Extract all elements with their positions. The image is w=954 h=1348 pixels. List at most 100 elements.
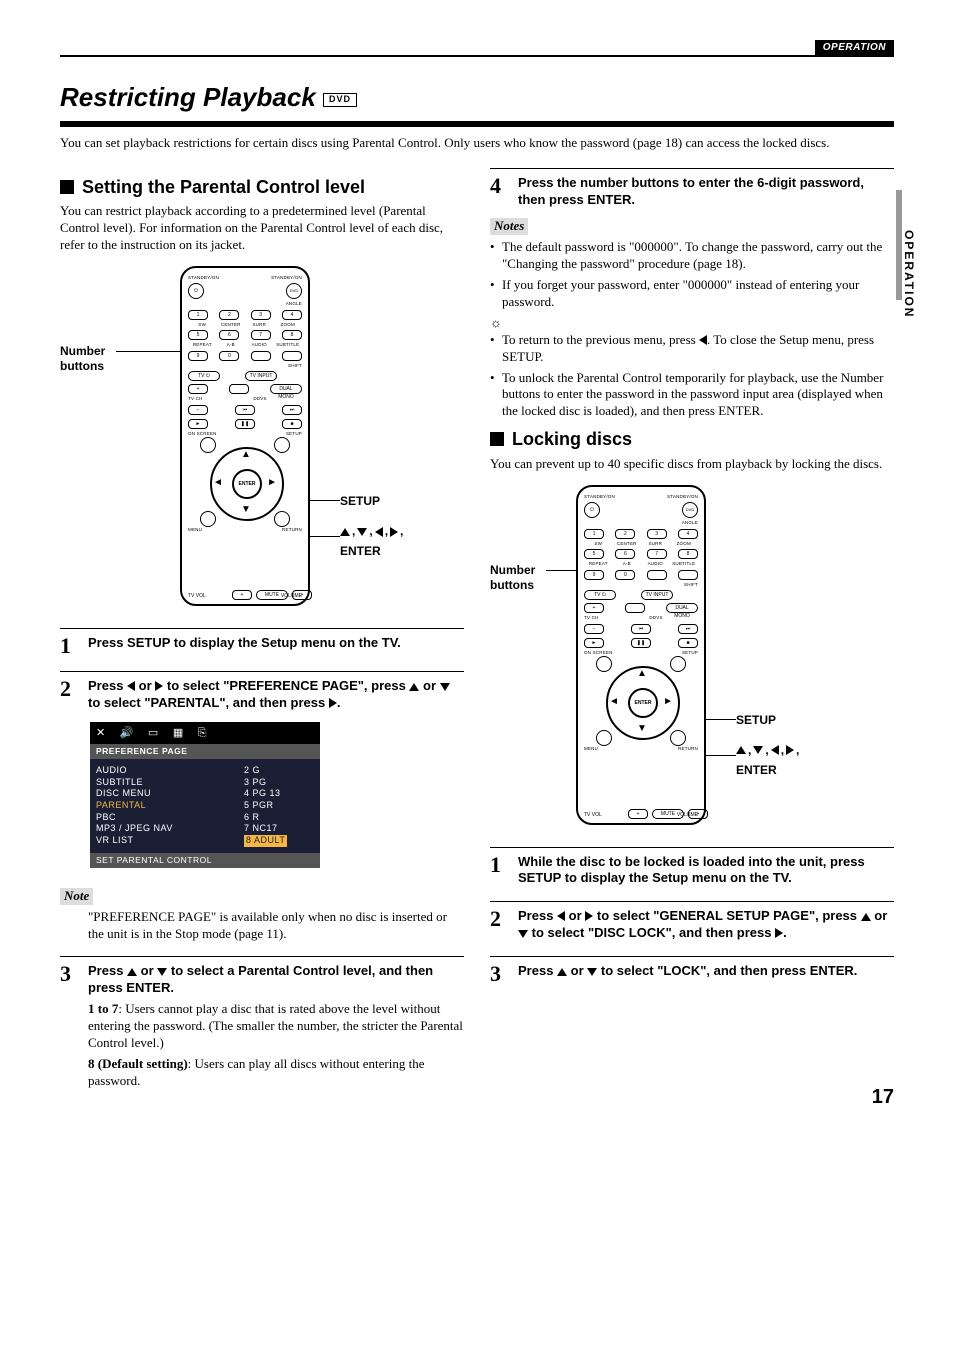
remote-diagram-1: Number buttons STANDBY/ONSTANDBY/ON ⏻DVD… — [60, 254, 464, 614]
tip-bullet-1: •To return to the previous menu, press .… — [490, 332, 894, 366]
osd-rating-item: 4 PG 13 — [244, 788, 314, 800]
left-arrow-icon — [771, 745, 779, 755]
remote-diagram-2: Number buttons STANDBY/ONSTANDBY/ON ⏻DVD… — [490, 473, 894, 833]
page-title-block: Restricting Playback DVD — [60, 81, 894, 127]
step-number: 3 — [490, 963, 518, 985]
step-number: 3 — [60, 963, 88, 1089]
right-arrow-icon — [775, 928, 783, 938]
step-text: Press or to select a Parental Control le… — [88, 963, 464, 1089]
remote-btn-play: ► — [188, 419, 208, 429]
page-title: Restricting Playback — [60, 82, 316, 112]
remote-dpad: ENTER ▲ ▼ ◄ ► — [205, 442, 285, 522]
up-arrow-icon — [340, 528, 350, 536]
remote-ddvs: DDVS — [245, 397, 275, 402]
notes-heading: Notes — [490, 218, 528, 235]
osd-rating-item: 6 R — [244, 812, 314, 824]
step-number: 1 — [60, 635, 88, 657]
remote-btn-8: 8 — [282, 330, 302, 340]
callout-line — [116, 351, 188, 352]
up-arrow-icon — [861, 913, 871, 921]
tip-bullet-2: •To unlock the Parental Control temporar… — [490, 370, 894, 421]
down-arrow-icon — [157, 968, 167, 976]
remote-setup-btn — [274, 437, 290, 453]
remote-subtitle: SUBTITLE — [274, 343, 303, 348]
step-number: 2 — [490, 908, 518, 942]
callout-setup: SETUP — [736, 713, 776, 729]
callout-line-setup — [310, 500, 340, 501]
step-1: 1 Press SETUP to display the Setup menu … — [60, 635, 464, 657]
callout-number-buttons-text: Number buttons — [60, 344, 116, 375]
callout-direction-arrows: , , , , — [340, 524, 403, 540]
right-arrow-icon — [329, 698, 337, 708]
remote-btn-6: 6 — [219, 330, 239, 340]
remote-center: CENTER — [217, 323, 246, 328]
remote-btn-chdn: − — [188, 405, 208, 415]
remote-btn-4: 4 — [282, 310, 302, 320]
left-arrow-icon — [557, 911, 565, 921]
osd-preference-page: ✕ 🔊 ▭ ▦ ⎘ PREFERENCE PAGE AUDIOSUBTITLED… — [90, 722, 320, 868]
right-arrow-icon — [786, 745, 794, 755]
remote-volume: VOLUME — [281, 593, 302, 600]
osd-rating-item: 2 G — [244, 765, 314, 777]
remote-menu-btn — [200, 511, 216, 527]
remote-btn-dualmono: DUAL MONO — [270, 384, 302, 394]
step-number: 4 — [490, 175, 518, 209]
osd-menu-item: PBC — [96, 812, 244, 824]
callout-enter: ENTER — [340, 544, 381, 560]
up-arrow-icon — [409, 683, 419, 691]
heading-text: Setting the Parental Control level — [82, 177, 365, 197]
up-arrow-icon — [557, 968, 567, 976]
osd-rating-values: 2 G3 PG4 PG 135 PGR6 R7 NC178 ADULT — [244, 765, 314, 847]
remote-angle-lbl: ANGLE — [286, 302, 302, 307]
osd-footer-hint: SET PARENTAL CONTROL — [90, 853, 320, 868]
heading-locking-discs: Locking discs — [490, 428, 894, 451]
remote-btn-chup: + — [188, 384, 208, 394]
osd-rating-item: 5 PGR — [244, 800, 314, 812]
intro-paragraph: You can set playback restrictions for ce… — [60, 135, 894, 152]
dvd-badge: DVD — [323, 93, 357, 107]
remote-power-right-dvd: DVD — [286, 283, 302, 299]
remote-btn-stop: ■ — [282, 419, 302, 429]
locking-step-3: 3 Press or to select "LOCK", and then pr… — [490, 963, 894, 985]
down-arrow-icon — [440, 683, 450, 691]
locking-step-2: 2 Press or to select "GENERAL SETUP PAGE… — [490, 908, 894, 942]
remote-control-illustration: STANDBY/ONSTANDBY/ON ⏻DVD ANGLE 1234 SWC… — [576, 485, 706, 825]
remote-onscreen: ON SCREEN — [188, 432, 245, 437]
remote-btn-3: 3 — [251, 310, 271, 320]
step-4: 4 Press the number buttons to enter the … — [490, 175, 894, 209]
osd-icon-tv: ▭ — [148, 726, 159, 740]
step-text: Press or to select "LOCK", and then pres… — [518, 963, 894, 985]
osd-menu-item: SUBTITLE — [96, 777, 244, 789]
header-section-label: OPERATION — [815, 40, 894, 55]
left-arrow-icon — [699, 335, 707, 345]
square-bullet-icon — [490, 432, 504, 446]
heading-setting-parental-level: Setting the Parental Control level — [60, 176, 464, 199]
remote-zoom: ZOOM — [274, 323, 303, 328]
down-arrow-icon — [518, 930, 528, 938]
remote-btn-2: 2 — [219, 310, 239, 320]
remote-standby-r: STANDBY/ON — [245, 276, 302, 281]
remote-control-illustration: STANDBY/ONSTANDBY/ON ⏻DVD ANGLE 1234 SWC… — [180, 266, 310, 606]
remote-blank — [229, 384, 249, 394]
down-arrow-icon — [587, 968, 597, 976]
remote-onscreen-btn — [200, 437, 216, 453]
step-3-body-1: 1 to 7: Users cannot play a disc that is… — [88, 1001, 464, 1052]
remote-shift: SHIFT — [288, 364, 302, 369]
remote-menu: MENU — [188, 528, 245, 533]
osd-rating-item: 7 NC17 — [244, 823, 314, 835]
locking-step-1: 1 While the disc to be locked is loaded … — [490, 854, 894, 888]
step-2: 2 Press or to select "PREFERENCE PAGE", … — [60, 678, 464, 712]
side-tab-label: OPERATION — [900, 230, 916, 318]
osd-icon-bar: ✕ 🔊 ▭ ▦ ⎘ — [90, 722, 320, 744]
down-arrow-icon — [357, 528, 367, 536]
remote-btn-1: 1 — [188, 310, 208, 320]
up-arrow-icon — [127, 968, 137, 976]
note-body: "PREFERENCE PAGE" is available only when… — [88, 909, 464, 943]
remote-btn-audio — [251, 351, 271, 361]
square-bullet-icon — [60, 180, 74, 194]
remote-repeat: REPEAT — [188, 343, 217, 348]
remote-btn-tvinput: TV INPUT — [245, 371, 277, 381]
remote-surr: SURR — [245, 323, 274, 328]
remote-setup-lbl: SETUP — [245, 432, 302, 437]
remote-btn-next: ⏭ — [282, 405, 302, 415]
